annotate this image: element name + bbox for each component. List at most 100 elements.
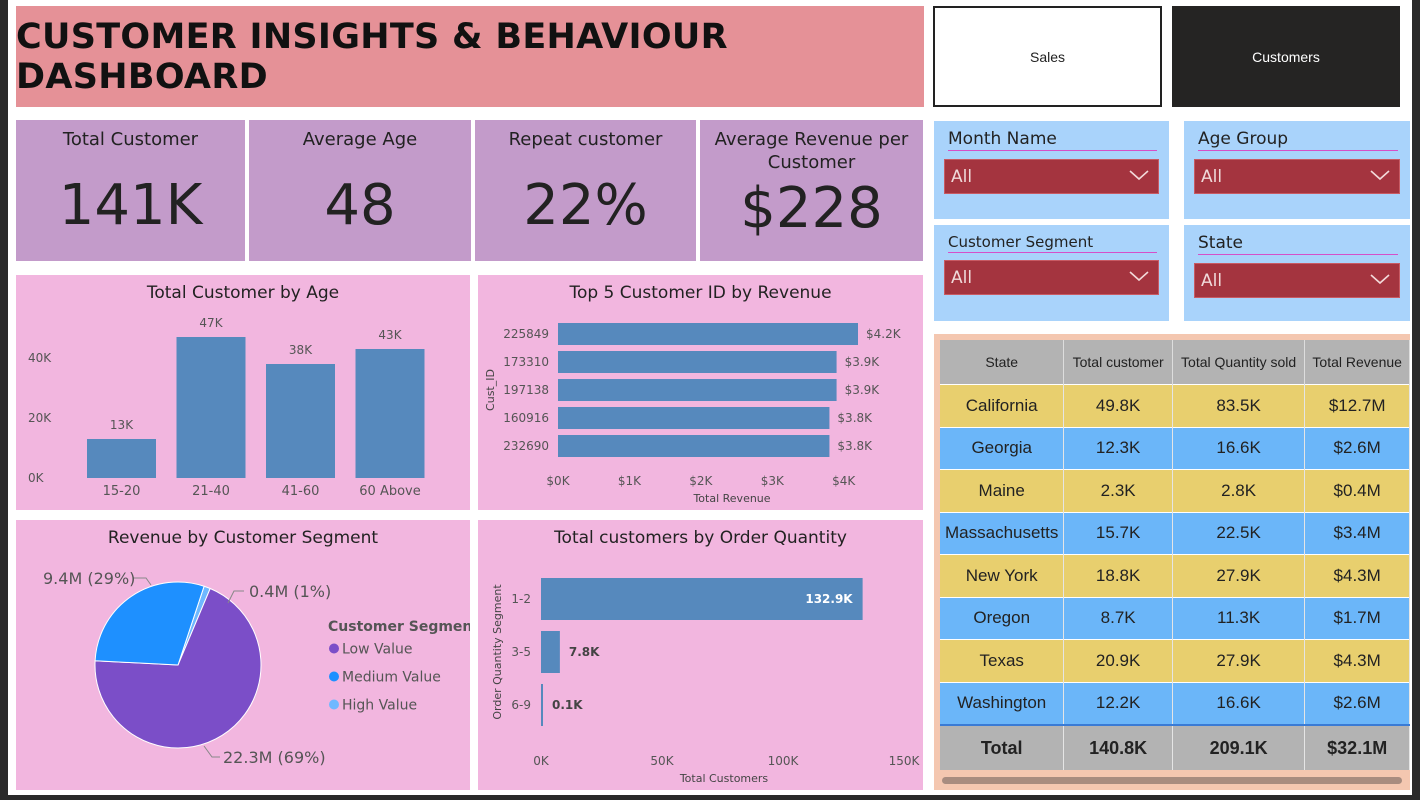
slice-label: 22.3M (69%): [223, 748, 326, 767]
x-tick-label: 60 Above: [359, 484, 420, 499]
table-cell: Washington: [940, 681, 1065, 725]
table-total-cell: 209.1K: [1172, 724, 1306, 770]
table-row[interactable]: Georgia 12.3K 16.6K $2.6M: [940, 426, 1410, 470]
table-cell: Maine: [940, 469, 1065, 512]
dropdown-value: All: [951, 267, 973, 288]
customers-page-button[interactable]: Customers: [1172, 6, 1400, 107]
x-axis-title: Total Customers: [679, 772, 769, 785]
revenue-segment-panel: Revenue by Customer Segment 9.4M (29%) 0.…: [16, 520, 470, 790]
data-label: 132.9K: [805, 592, 853, 606]
table-row[interactable]: Washington 12.2K 16.6K $2.6M: [940, 681, 1410, 725]
legend-marker[interactable]: [329, 699, 339, 710]
y-tick-label: 3-5: [511, 645, 531, 659]
bar[interactable]: [355, 349, 425, 478]
customer-segment-dropdown[interactable]: All: [944, 260, 1159, 295]
table-cell: Massachusetts: [940, 511, 1065, 555]
table-cell: $0.4M: [1304, 469, 1410, 512]
customer-by-age-panel: Total Customer by Age 0K 20K 40K 13K 15-20 47…: [16, 275, 470, 510]
table-row[interactable]: Maine 2.3K 2.8K $0.4M: [940, 469, 1410, 512]
kpi-repeat-customer: Repeat customer 22%: [475, 120, 696, 261]
kpi-label: Average Age: [302, 129, 418, 150]
bar[interactable]: [87, 439, 156, 478]
table-cell: 2.3K: [1063, 469, 1173, 512]
bar[interactable]: [541, 684, 543, 726]
age-group-dropdown[interactable]: All: [1194, 159, 1400, 194]
bar[interactable]: [558, 407, 830, 429]
table-row[interactable]: Oregon 8.7K 11.3K $1.7M: [940, 596, 1410, 640]
table-cell: 18.8K: [1063, 554, 1173, 597]
table-row[interactable]: California 49.8K 83.5K $12.7M: [940, 384, 1410, 427]
order-quantity-chart: 1-2 132.9K 3-5 7.8K 6-9 0.1K 0K 50K 100K 150K Tota…: [491, 578, 921, 785]
slice-label: 0.4M (1%): [249, 582, 331, 601]
kpi-value: $228: [740, 176, 883, 241]
kpi-label: Total Customer: [62, 129, 199, 150]
bar[interactable]: [558, 323, 858, 345]
data-label: $3.9K: [845, 383, 881, 397]
bar[interactable]: [558, 435, 830, 457]
slicer-label: Month Name: [948, 129, 1157, 151]
table-header-row: State Total customer Total Quantity sold…: [940, 340, 1410, 385]
column-header[interactable]: Total Revenue: [1304, 340, 1410, 385]
state-dropdown[interactable]: All: [1194, 263, 1400, 298]
leader-line[interactable]: [133, 577, 152, 586]
table-cell: 22.5K: [1172, 511, 1306, 555]
kpi-average-age: Average Age 48: [249, 120, 471, 261]
y-tick-label: 6-9: [511, 698, 531, 712]
x-axis-title: Total Revenue: [692, 492, 770, 505]
table-cell: 12.3K: [1063, 426, 1173, 470]
x-tick-label: $0K: [546, 474, 570, 488]
bar[interactable]: [176, 337, 246, 478]
kpi-value: 48: [324, 173, 396, 238]
chevron-down-icon: [1129, 170, 1149, 181]
slicer-label: State: [1198, 233, 1398, 255]
table-cell: 49.8K: [1063, 384, 1173, 427]
table-cell: 27.9K: [1172, 639, 1306, 682]
legend-marker[interactable]: [329, 643, 339, 654]
table-cell: 83.5K: [1172, 384, 1306, 427]
bar[interactable]: [558, 351, 837, 373]
table-total-cell: $32.1M: [1304, 724, 1410, 770]
chevron-down-icon: [1129, 271, 1149, 282]
legend-marker[interactable]: [329, 671, 339, 682]
state-table-panel: State Total customer Total Quantity sold…: [934, 334, 1410, 790]
sales-page-button[interactable]: Sales: [933, 6, 1162, 107]
table-total-cell: 140.8K: [1063, 724, 1173, 770]
legend-title: Customer Segment: [328, 619, 470, 635]
table-row[interactable]: Massachusetts 15.7K 22.5K $3.4M: [940, 511, 1410, 555]
table-cell: 16.6K: [1172, 426, 1306, 470]
top-customers-panel: Top 5 Customer ID by Revenue 225849 $4.2K…: [478, 275, 923, 510]
table-horizontal-scrollbar[interactable]: [942, 777, 1402, 784]
table-cell: 27.9K: [1172, 554, 1306, 597]
table-cell: New York: [940, 554, 1065, 597]
y-tick-label: 0K: [28, 471, 45, 485]
data-label: $3.8K: [837, 411, 873, 425]
bar[interactable]: [558, 379, 837, 401]
x-tick-label: 0K: [533, 754, 550, 768]
kpi-label: Repeat customer: [508, 129, 663, 150]
table-row[interactable]: New York 18.8K 27.9K $4.3M: [940, 554, 1410, 597]
column-header[interactable]: Total customer: [1063, 340, 1173, 385]
column-header[interactable]: State: [940, 340, 1065, 385]
column-header[interactable]: Total Quantity sold: [1172, 340, 1306, 385]
bar[interactable]: [266, 364, 335, 478]
month-name-dropdown[interactable]: All: [944, 159, 1159, 194]
top-customers-chart: 225849 $4.2K 173310 $3.9K 197138 $3.9K 160916 $…: [484, 323, 902, 505]
x-tick-label: $4K: [832, 474, 856, 488]
table-cell: 2.8K: [1172, 469, 1306, 512]
y-tick-label: 160916: [503, 411, 549, 425]
bar[interactable]: [541, 631, 560, 673]
x-tick-label: $3K: [761, 474, 785, 488]
y-tick-label: 20K: [28, 411, 52, 425]
data-label: $3.9K: [845, 355, 881, 369]
table-row[interactable]: Texas 20.9K 27.9K $4.3M: [940, 639, 1410, 682]
leader-line[interactable]: [203, 745, 220, 758]
slicer-label: Age Group: [1198, 129, 1398, 151]
age-group-slicer: Age Group All: [1184, 121, 1410, 219]
table-cell: 15.7K: [1063, 511, 1173, 555]
table-cell: California: [940, 384, 1065, 427]
data-label: 13K: [110, 418, 134, 432]
y-tick-label: 40K: [28, 351, 52, 365]
dashboard-canvas: CUSTOMER INSIGHTS & BEHAVIOUR DASHBOARD …: [8, 0, 1412, 795]
table-cell: $3.4M: [1304, 511, 1410, 555]
legend-item: Medium Value: [342, 670, 441, 686]
